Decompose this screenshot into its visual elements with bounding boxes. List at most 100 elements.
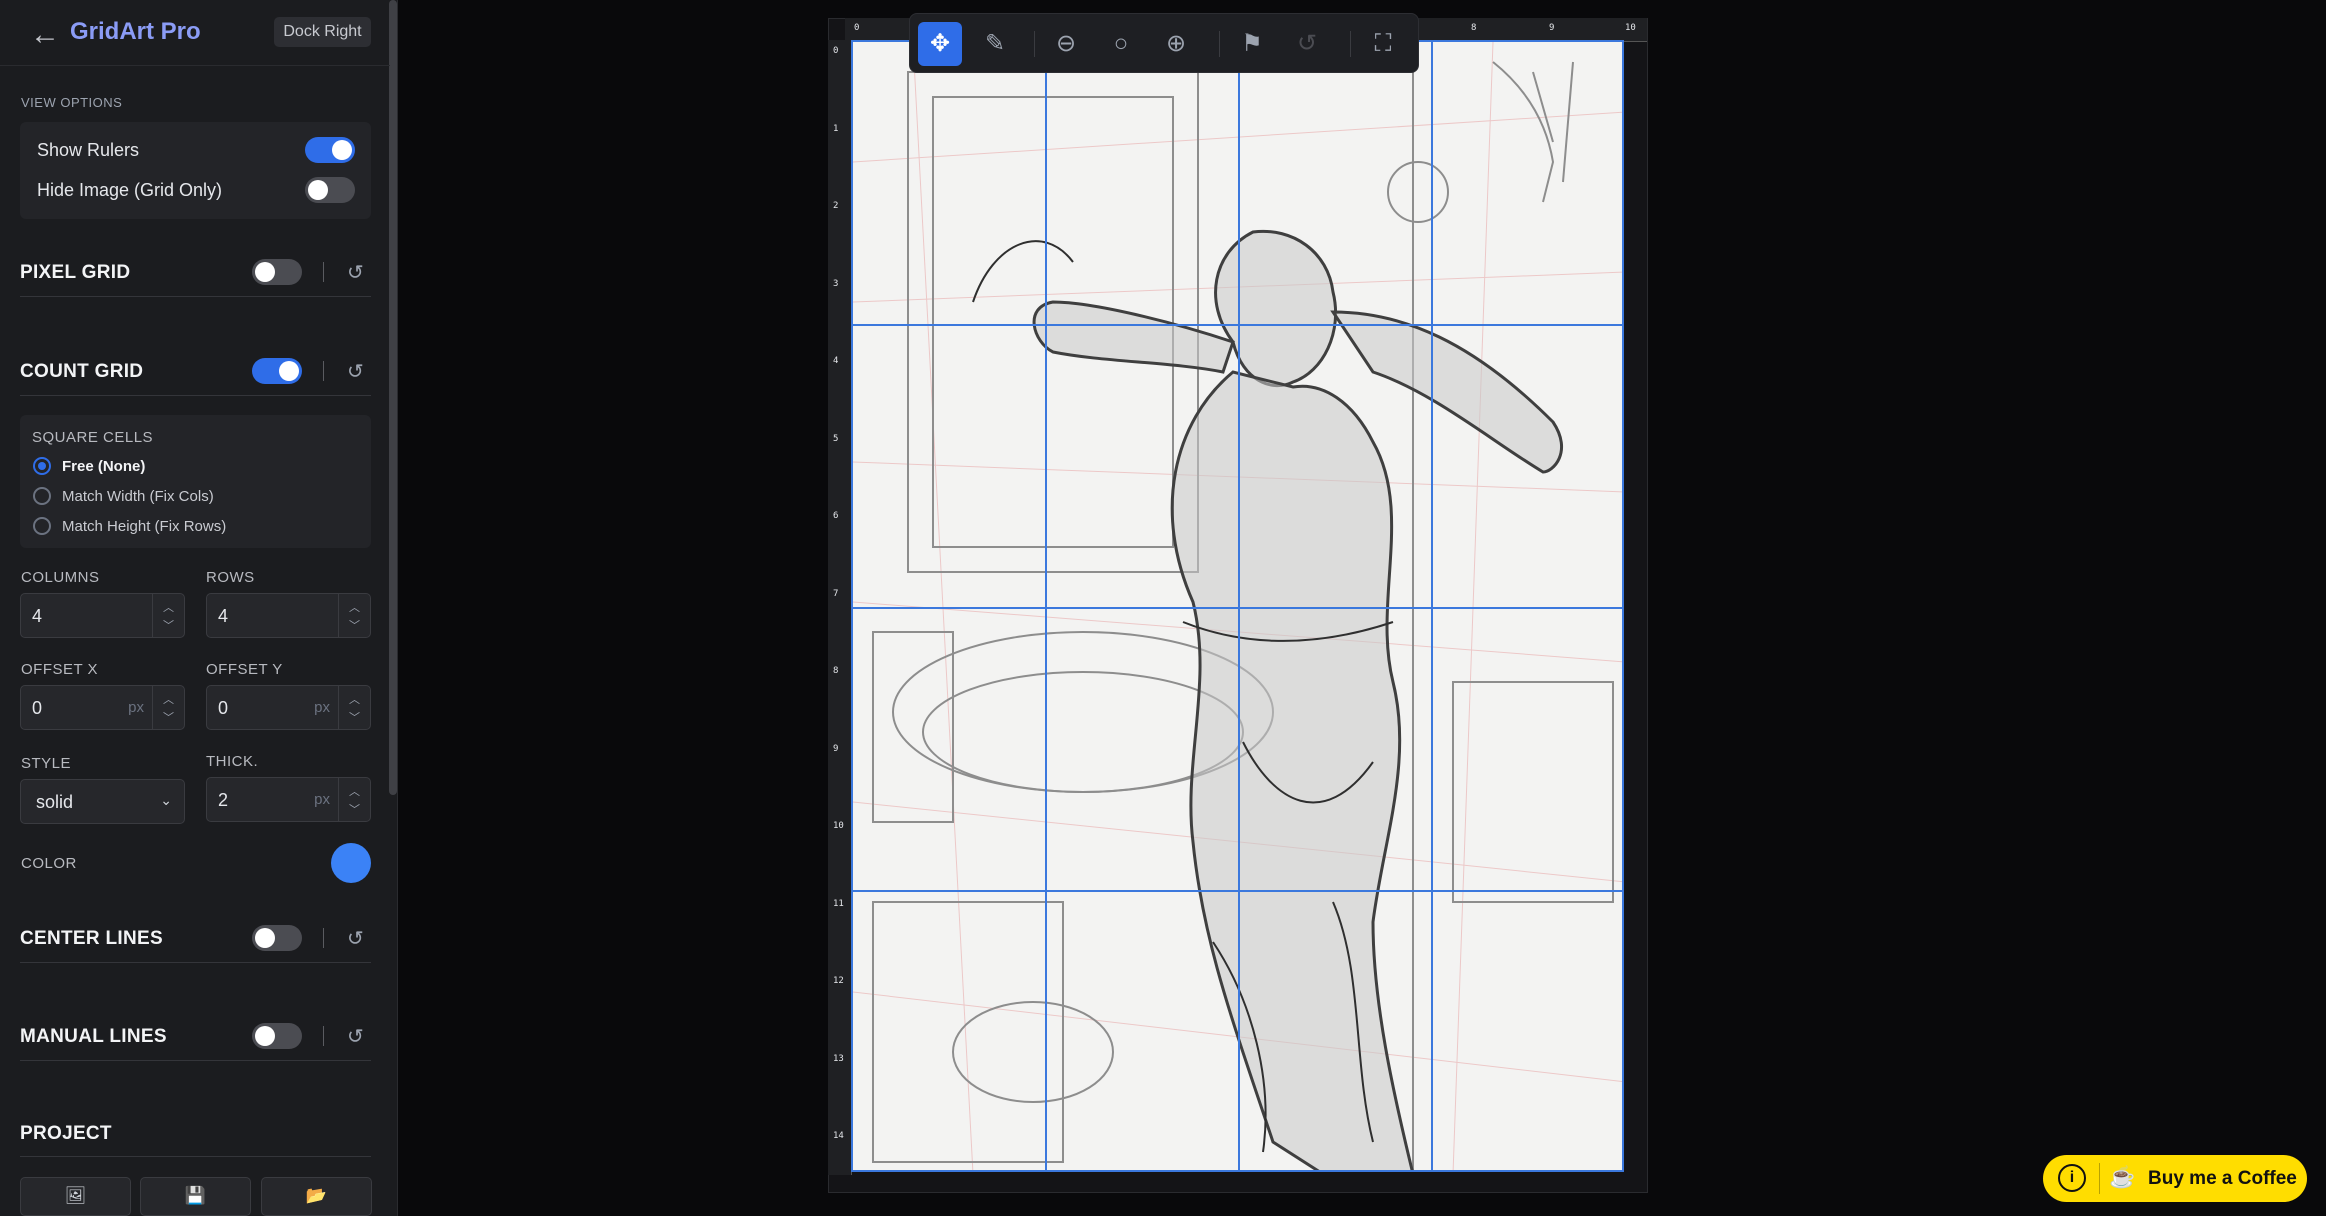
ruler-tick: 1 — [833, 123, 839, 134]
thickness-input[interactable]: 2 px ︿ ﹀ — [206, 777, 371, 822]
color-label: COLOR — [21, 855, 77, 872]
back-arrow-icon[interactable]: ← — [30, 18, 60, 52]
count-grid-title: COUNT GRID — [20, 361, 144, 382]
offset-x-label: OFFSET X — [21, 661, 99, 678]
manual-lines-toggle[interactable] — [252, 1023, 302, 1049]
ruler-tick: 2 — [833, 201, 839, 211]
reference-image[interactable] — [851, 40, 1624, 1172]
fullscreen-icon[interactable]: ⛶ — [1361, 22, 1405, 66]
hide-image-label: Hide Image (Grid Only) — [37, 180, 223, 200]
divider — [323, 262, 324, 282]
divider — [2099, 1163, 2100, 1194]
center-lines-title: CENTER LINES — [20, 928, 163, 949]
image-icon: 🖼 — [64, 1186, 87, 1205]
columns-input[interactable]: 4 ︿ ﹀ — [20, 593, 185, 638]
pixel-grid-title: PIXEL GRID — [20, 262, 131, 283]
radio-match-height-label: Match Height (Fix Rows) — [62, 518, 227, 535]
hide-image-toggle[interactable] — [305, 177, 355, 203]
grid-line-horizontal — [853, 890, 1622, 892]
ruler-tick: 12 — [833, 976, 844, 986]
divider — [323, 361, 324, 381]
pixel-grid-toggle[interactable] — [252, 259, 302, 285]
bookmark-icon[interactable]: ⚑ — [1230, 22, 1274, 66]
ruler-tick: 9 — [1549, 23, 1555, 33]
ruler-tick: 4 — [833, 356, 839, 366]
ruler-tick: 0 — [833, 46, 839, 56]
divider — [20, 1156, 371, 1157]
zoom-out-icon[interactable]: ⊖ — [1044, 22, 1088, 66]
divider — [323, 1026, 324, 1046]
ruler-tick: 6 — [833, 511, 839, 521]
offset-y-label: OFFSET Y — [206, 661, 283, 678]
ruler-tick: 10 — [833, 821, 844, 831]
dock-right-button[interactable]: Dock Right — [274, 17, 371, 47]
pixel-grid-reset-icon[interactable]: ↺ — [347, 260, 364, 285]
thickness-label: THICK. — [206, 753, 259, 770]
divider — [20, 962, 371, 963]
undo-icon[interactable]: ↺ — [1285, 22, 1329, 66]
style-label: STYLE — [21, 755, 72, 772]
ruler-tick: 7 — [833, 588, 839, 599]
canvas-toolbar: ✥ ✎ ⊖ ○ ⊕ ⚑ ↺ ⛶ — [909, 13, 1419, 73]
ruler-tick: 11 — [833, 898, 844, 909]
show-rulers-label: Show Rulers — [37, 140, 140, 160]
ruler-tick: 13 — [833, 1053, 844, 1064]
rows-label: ROWS — [206, 569, 255, 586]
divider — [20, 1060, 371, 1061]
save-project-button[interactable]: 💾 — [140, 1177, 251, 1216]
view-options-heading: VIEW OPTIONS — [21, 95, 123, 110]
grid-line-horizontal — [853, 607, 1622, 609]
open-project-button[interactable]: 📂 — [261, 1177, 372, 1216]
divider — [20, 296, 371, 297]
zoom-in-icon[interactable]: ⊕ — [1154, 22, 1198, 66]
ruler-tick: 9 — [833, 743, 839, 754]
offset-y-input[interactable]: 0 px ︿ ﹀ — [206, 685, 371, 730]
info-icon[interactable]: i — [2058, 1164, 2086, 1192]
ruler-tick: 3 — [833, 278, 839, 289]
app-title: GridArt Pro — [70, 18, 201, 45]
pencil-icon[interactable]: ✎ — [973, 22, 1017, 66]
chevron-down-icon: ⌄ — [160, 792, 172, 808]
zoom-reset-icon[interactable]: ○ — [1099, 22, 1143, 66]
rows-input[interactable]: 4 ︿ ﹀ — [206, 593, 371, 638]
divider — [1219, 31, 1220, 57]
divider — [323, 928, 324, 948]
show-rulers-toggle[interactable] — [305, 137, 355, 163]
ruler-left: 0 1 2 3 4 5 6 7 8 9 10 11 12 13 14 — [828, 40, 852, 1175]
count-grid-toggle[interactable] — [252, 358, 302, 384]
ruler-tick: 8 — [1471, 23, 1477, 33]
offset-x-input[interactable]: 0 px ︿ ﹀ — [20, 685, 185, 730]
move-icon[interactable]: ✥ — [918, 22, 962, 66]
buy-me-a-coffee-button[interactable]: i ☕ Buy me a Coffee — [2043, 1155, 2307, 1202]
ruler-tick: 10 — [1625, 23, 1636, 33]
grid-color-swatch[interactable] — [331, 843, 371, 883]
ruler-tick: 0 — [854, 23, 860, 33]
columns-label: COLUMNS — [21, 569, 100, 586]
folder-open-icon: 📂 — [305, 1186, 328, 1205]
radio-free[interactable] — [33, 457, 51, 475]
manual-lines-title: MANUAL LINES — [20, 1026, 167, 1047]
divider — [1350, 31, 1351, 57]
square-cells-heading: SQUARE CELLS — [32, 429, 154, 446]
sidebar-scrollbar[interactable] — [389, 0, 397, 795]
load-image-button[interactable]: 🖼 — [20, 1177, 131, 1216]
grid-line-horizontal — [853, 324, 1622, 326]
ruler-tick: 8 — [833, 666, 839, 676]
manual-lines-reset-icon[interactable]: ↺ — [347, 1024, 364, 1049]
ruler-tick: 5 — [833, 433, 839, 444]
radio-match-width-label: Match Width (Fix Cols) — [62, 488, 214, 505]
count-grid-reset-icon[interactable]: ↺ — [347, 359, 364, 384]
project-title: PROJECT — [20, 1123, 112, 1144]
style-select[interactable]: solid ⌄ — [20, 779, 185, 824]
radio-match-width[interactable] — [33, 487, 51, 505]
radio-free-label: Free (None) — [62, 458, 146, 475]
center-lines-toggle[interactable] — [252, 925, 302, 951]
grid-line-vertical — [1431, 42, 1433, 1170]
center-lines-reset-icon[interactable]: ↺ — [347, 926, 364, 951]
coffee-label: Buy me a Coffee — [2148, 1168, 2297, 1189]
radio-match-height[interactable] — [33, 517, 51, 535]
grid-line-vertical — [1238, 42, 1240, 1170]
ruler-tick: 14 — [833, 1131, 844, 1141]
divider — [20, 395, 371, 396]
coffee-cup-icon: ☕ — [2109, 1166, 2136, 1189]
